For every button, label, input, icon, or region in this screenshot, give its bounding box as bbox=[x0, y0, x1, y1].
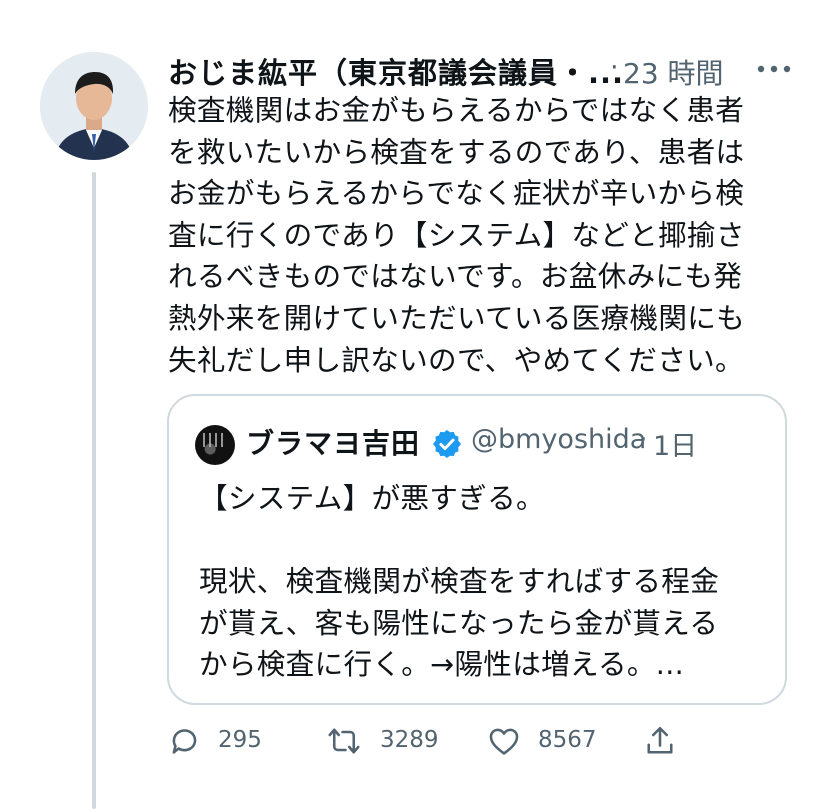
tweet-text-line: 査に行くのであり【システム】などと揶揄さ bbox=[168, 217, 745, 252]
tweet-text-line: お金がもらえるからでなく症状が辛いから検 bbox=[168, 176, 745, 211]
reply-button[interactable]: 295 bbox=[166, 718, 276, 768]
like-count: 8567 bbox=[538, 727, 597, 753]
retweet-icon bbox=[328, 728, 360, 754]
tweet-action-bar: 295 3289 8567 bbox=[166, 718, 706, 768]
header-separator: · bbox=[610, 52, 619, 83]
avatar-photo bbox=[40, 52, 148, 160]
quote-author-handle: @bmyoshida bbox=[471, 424, 647, 455]
heart-icon bbox=[489, 728, 519, 755]
quote-timestamp: 1日 bbox=[653, 431, 698, 462]
author-avatar[interactable] bbox=[40, 52, 148, 160]
quote-separator: · bbox=[639, 424, 648, 455]
retweet-button[interactable]: 3289 bbox=[326, 718, 456, 768]
quote-author-avatar bbox=[195, 425, 235, 465]
author-name[interactable]: おじま紘平（東京都議会議員・... bbox=[168, 50, 624, 92]
reply-icon bbox=[172, 729, 197, 754]
more-dots-icon[interactable] bbox=[752, 50, 796, 86]
avatar-decoration bbox=[215, 433, 217, 447]
retweet-count: 3289 bbox=[380, 727, 439, 753]
quote-author-name: ブラマヨ吉田 bbox=[246, 427, 421, 460]
quote-tweet-card[interactable]: ブラマヨ吉田 @bmyoshida · 1日 【システム】が悪すぎる。 現状、検… bbox=[167, 394, 787, 705]
tweet-timestamp[interactable]: 23 時間 bbox=[623, 52, 724, 92]
quote-text-line: 現状、検査機関が検査をすればする程金 bbox=[199, 564, 720, 599]
tweet-text-line: 熱外来を開けていただいている医療機関にも bbox=[168, 300, 746, 335]
thread-line bbox=[92, 172, 96, 809]
tweet-text-line: 失礼だし申し訳ないので、やめてください。 bbox=[168, 342, 744, 377]
avatar-decoration bbox=[203, 433, 205, 447]
verified-badge-icon bbox=[433, 430, 461, 458]
tweet-header: おじま紘平（東京都議会議員・... · 23 時間 bbox=[168, 46, 798, 90]
quote-text-line: から検査に行く。→陽性は増える。... bbox=[199, 647, 684, 682]
avatar-decoration bbox=[221, 433, 223, 447]
quote-text-line: が貰え、客も陽性になったら金が貰える bbox=[199, 605, 719, 640]
quote-text-line: 【システム】が悪すぎる。 bbox=[199, 481, 545, 515]
share-icon bbox=[647, 726, 673, 754]
share-button[interactable] bbox=[642, 718, 682, 768]
tweet-text: 検査機関はお金がもらえるからではなく患者 を救いたいから検査をするのであり、患者… bbox=[168, 90, 808, 381]
tweet-text-line: を救いたいから検査をするのであり、患者は bbox=[168, 134, 745, 169]
quote-text: 【システム】が悪すぎる。 現状、検査機関が検査をすればする程金 が貰え、客も陽性… bbox=[199, 478, 719, 686]
tweet-text-line: れるべきものではないです。お盆休みにも発 bbox=[168, 259, 743, 294]
like-button[interactable]: 8567 bbox=[486, 718, 616, 768]
avatar-decoration bbox=[209, 433, 211, 447]
reply-count: 295 bbox=[218, 727, 262, 753]
tweet-text-line: 検査機関はお金がもらえるからではなく患者 bbox=[168, 93, 745, 127]
